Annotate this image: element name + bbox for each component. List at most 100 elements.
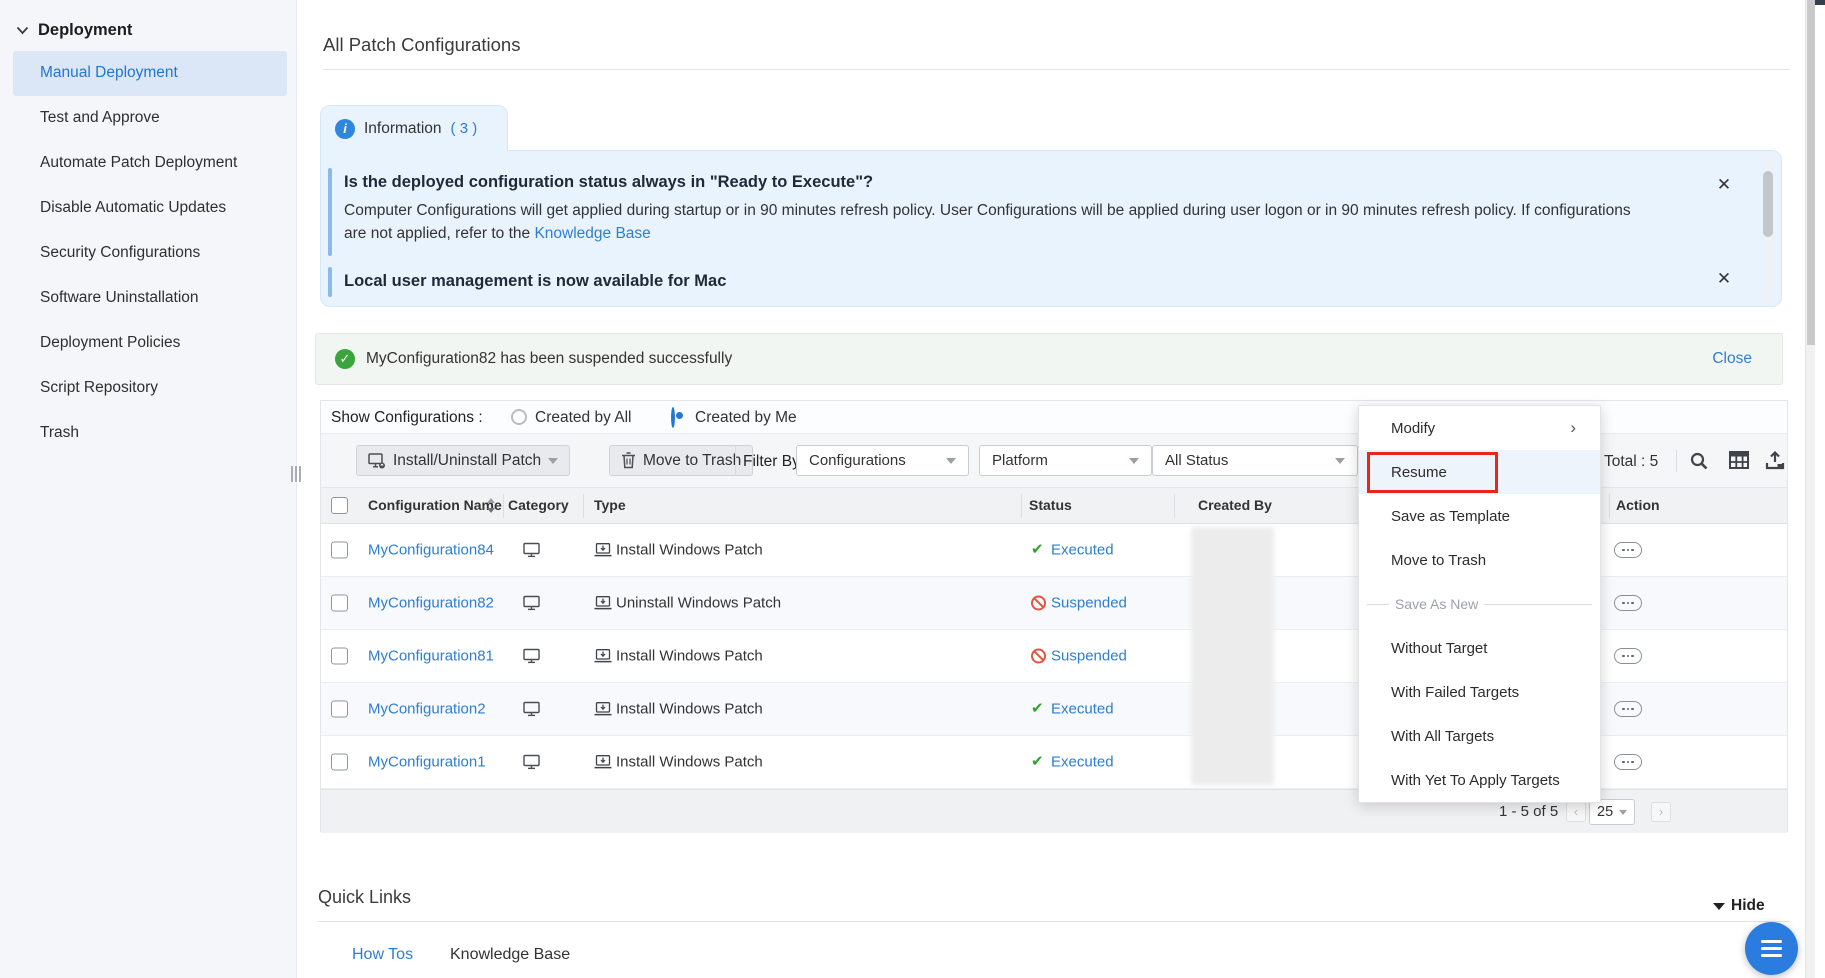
column-header-created-by[interactable]: Created By [1198, 497, 1272, 513]
info-panel-scrollbar[interactable] [1763, 155, 1773, 303]
row-actions-button[interactable] [1614, 542, 1642, 558]
computer-category-icon [523, 755, 540, 770]
menu-item-label: With All Targets [1391, 728, 1494, 745]
quick-link-how-tos[interactable]: How Tos [352, 946, 413, 964]
status-link[interactable]: Executed [1051, 701, 1114, 718]
patch-type-icon [594, 543, 612, 557]
menu-item-save-as-template[interactable]: Save as Template [1359, 494, 1600, 538]
sort-icon[interactable] [486, 498, 496, 513]
close-icon[interactable] [1715, 176, 1733, 194]
sidebar-item-manual-deployment[interactable]: Manual Deployment [13, 51, 287, 96]
chevron-down-icon [16, 26, 29, 35]
sidebar: Deployment Manual Deployment Test and Ap… [0, 0, 297, 978]
status-suspended-icon [1031, 596, 1046, 611]
status-suspended-icon [1031, 649, 1046, 664]
previous-page-button[interactable]: ‹ [1566, 802, 1586, 822]
row-actions-button[interactable] [1614, 701, 1642, 717]
floating-menu-button[interactable] [1745, 922, 1798, 975]
sidebar-item-security-configurations[interactable]: Security Configurations [13, 231, 287, 276]
info-panel-scrollbar-thumb[interactable] [1763, 171, 1773, 237]
sidebar-resize-handle[interactable] [291, 466, 301, 482]
close-icon[interactable] [1715, 270, 1733, 288]
sidebar-item-test-and-approve[interactable]: Test and Approve [13, 96, 287, 141]
menu-item-label: With Failed Targets [1391, 684, 1519, 701]
column-header-configuration-name[interactable]: Configuration Name [368, 497, 502, 513]
column-header-status[interactable]: Status [1029, 497, 1072, 513]
computer-category-icon [523, 702, 540, 717]
status-link[interactable]: Executed [1051, 754, 1114, 771]
tab-information[interactable]: i Information ( 3 ) [320, 105, 508, 151]
move-to-trash-button[interactable]: Move to Trash [609, 445, 753, 476]
configuration-name-link[interactable]: MyConfiguration2 [368, 701, 486, 718]
row-checkbox[interactable] [331, 754, 348, 771]
row-checkbox[interactable] [331, 542, 348, 559]
install-uninstall-patch-button[interactable]: Install/Uninstall Patch [356, 445, 570, 476]
column-chooser-icon[interactable] [1729, 451, 1749, 469]
hide-quick-links-button[interactable]: Hide [1713, 897, 1765, 915]
radio-created-by-all-label[interactable]: Created by All [535, 409, 632, 427]
row-actions-button[interactable] [1614, 648, 1642, 664]
menu-item-move-to-trash[interactable]: Move to Trash [1359, 538, 1600, 582]
caret-down-icon [1713, 903, 1725, 910]
menu-item-label: With Yet To Apply Targets [1391, 772, 1560, 789]
menu-item-resume[interactable]: Resume [1359, 450, 1600, 494]
filter-status-dropdown[interactable]: All Status [1152, 445, 1358, 476]
window-scrollbar-thumb[interactable] [1807, 0, 1815, 345]
column-header-type[interactable]: Type [594, 497, 626, 513]
menu-item-without-target[interactable]: Without Target [1359, 626, 1600, 670]
status-link[interactable]: Suspended [1051, 595, 1127, 612]
toolbar-divider [1676, 450, 1677, 472]
status-link[interactable]: Suspended [1051, 648, 1127, 665]
sidebar-section-deployment[interactable]: Deployment [16, 21, 132, 40]
filter-platform-dropdown[interactable]: Platform [979, 445, 1152, 476]
chevron-right-icon: › [1570, 418, 1576, 438]
page-size-value: 25 [1597, 804, 1613, 820]
configuration-name-link[interactable]: MyConfiguration81 [368, 648, 494, 665]
menu-item-with-failed-targets[interactable]: With Failed Targets [1359, 670, 1600, 714]
alert-close-link[interactable]: Close [1712, 350, 1752, 368]
menu-item-modify[interactable]: Modify › [1359, 406, 1600, 450]
select-all-checkbox[interactable] [331, 497, 348, 514]
row-checkbox[interactable] [331, 701, 348, 718]
trash-icon [621, 452, 636, 469]
search-icon[interactable] [1689, 451, 1709, 471]
sidebar-item-disable-automatic-updates[interactable]: Disable Automatic Updates [13, 186, 287, 231]
sidebar-item-trash[interactable]: Trash [13, 410, 287, 455]
menu-item-with-all-targets[interactable]: With All Targets [1359, 714, 1600, 758]
radio-created-by-all[interactable] [511, 409, 527, 425]
column-divider [583, 494, 584, 518]
alert-message: MyConfiguration82 has been suspended suc… [366, 350, 1712, 368]
column-header-category[interactable]: Category [508, 497, 569, 513]
filter-configurations-dropdown[interactable]: Configurations [796, 445, 969, 476]
sidebar-item-script-repository[interactable]: Script Repository [13, 365, 287, 410]
row-checkbox[interactable] [331, 595, 348, 612]
menu-item-label: Without Target [1391, 640, 1487, 657]
row-actions-button[interactable] [1614, 754, 1642, 770]
row-checkbox[interactable] [331, 648, 348, 665]
column-header-action[interactable]: Action [1616, 497, 1660, 513]
radio-created-by-me[interactable] [671, 407, 675, 428]
status-link[interactable]: Executed [1051, 542, 1114, 559]
knowledge-base-link[interactable]: Knowledge Base [534, 225, 650, 242]
sidebar-item-automate-patch-deployment[interactable]: Automate Patch Deployment [13, 141, 287, 186]
sidebar-item-deployment-policies[interactable]: Deployment Policies [13, 320, 287, 365]
quick-links-divider [318, 921, 1790, 922]
next-page-button[interactable]: › [1651, 802, 1671, 822]
menu-item-with-yet-to-apply-targets[interactable]: With Yet To Apply Targets [1359, 758, 1600, 802]
filter-configurations-value: Configurations [809, 452, 906, 469]
info-item-body-line2-text: are not applied, refer to the [344, 225, 534, 242]
quick-link-knowledge-base[interactable]: Knowledge Base [450, 946, 570, 964]
created-by-redacted [1191, 527, 1274, 785]
sidebar-item-software-uninstallation[interactable]: Software Uninstallation [13, 275, 287, 320]
info-icon: i [335, 119, 355, 139]
patch-type-icon [594, 649, 612, 663]
title-divider [323, 69, 1790, 70]
window-corner [1815, 0, 1825, 5]
configuration-name-link[interactable]: MyConfiguration84 [368, 542, 494, 559]
row-actions-button[interactable] [1614, 595, 1642, 611]
configuration-name-link[interactable]: MyConfiguration1 [368, 754, 486, 771]
export-icon[interactable] [1765, 451, 1785, 470]
window-scrollbar[interactable] [1805, 0, 1815, 978]
configuration-name-link[interactable]: MyConfiguration82 [368, 595, 494, 612]
radio-created-by-me-label[interactable]: Created by Me [695, 409, 797, 427]
